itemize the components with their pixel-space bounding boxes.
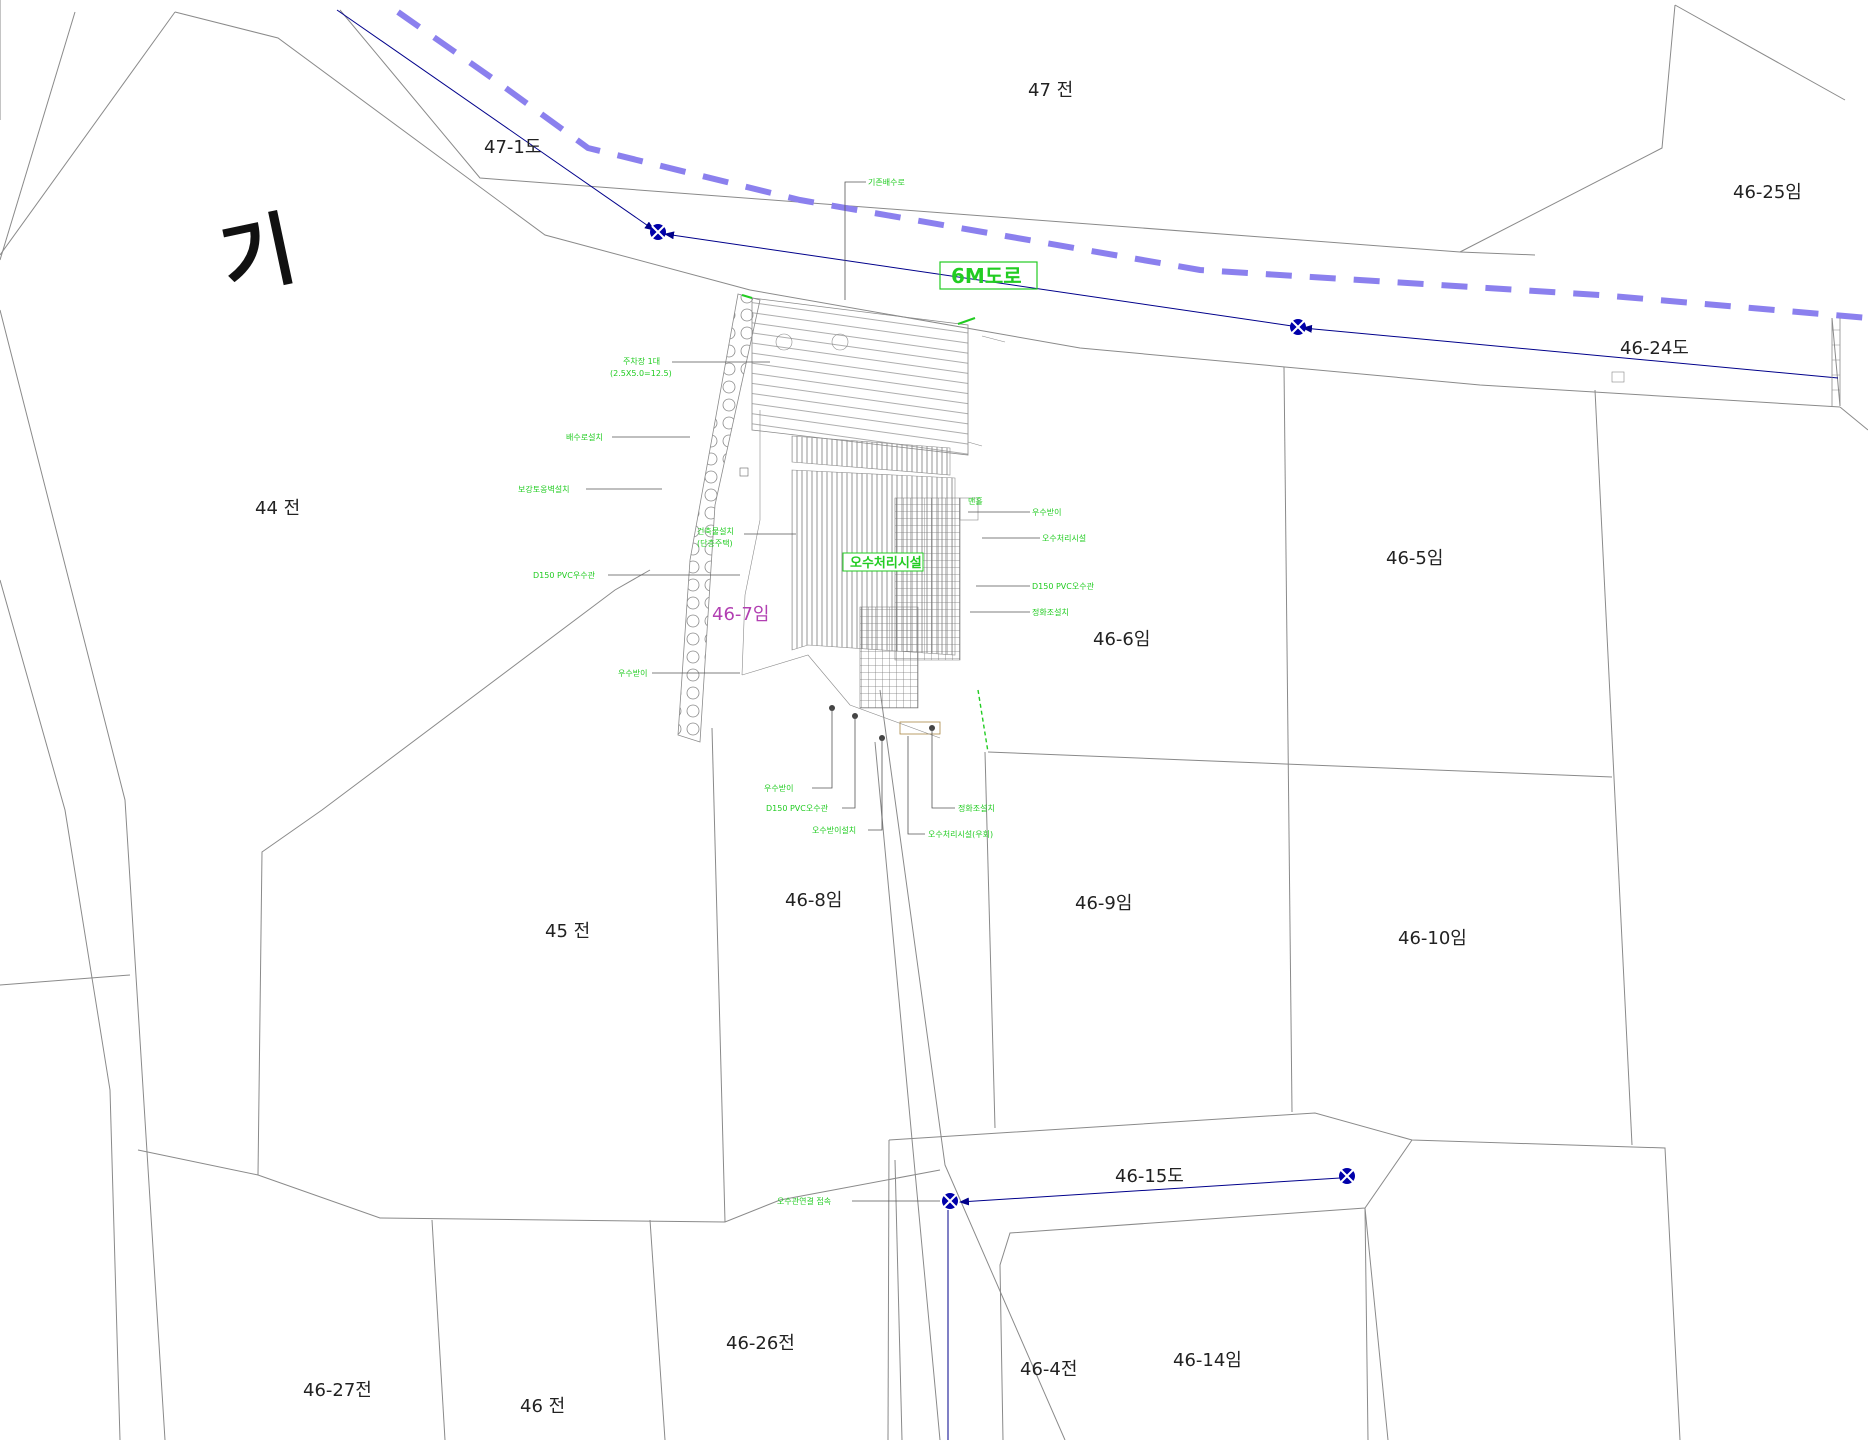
annotation-note: 정화조설치 (958, 803, 995, 813)
annotation-note: 우수받이 (618, 668, 647, 678)
annotation-note: 오수처리시설 (1042, 533, 1086, 543)
annotation-note: 보강토옹벽설치 (518, 484, 570, 494)
parcel-label: 46-27전 (303, 1380, 372, 1401)
flow-arrow-east (1302, 324, 1839, 379)
parcel-label: 45 전 (545, 921, 590, 942)
flow-arrow-north (336, 9, 655, 231)
parcel-label: 46-10임 (1398, 928, 1467, 949)
parcel-label: 46-24도 (1620, 338, 1689, 359)
road-centerline-dashed (396, 9, 1868, 321)
annotation-note: 배수로설치 (566, 432, 603, 442)
parcel-label: 46 전 (520, 1396, 565, 1417)
parcel-label: 46-8임 (785, 890, 842, 911)
annotation-note: 건축물설치 (697, 526, 734, 536)
flow-node-icon (1339, 1168, 1355, 1184)
annotation-note: (2.5X5.0=12.5) (610, 369, 672, 378)
annotation-note: D150 PVC우수관 (533, 570, 596, 580)
site-plan-drawing: 기 6M도로 오수처리시설 47 전 47-1도 46-25임 44 전 46-… (0, 0, 1868, 1440)
road-label: 6M도로 (951, 264, 1022, 288)
annotation-note: 정화조설치 (1032, 607, 1069, 617)
parcel-label: 47-1도 (484, 137, 541, 158)
annotation-note: 오수관연결 접속 (777, 1196, 831, 1206)
parcel-label: 46-26전 (726, 1333, 795, 1354)
parcel-label: 46-4전 (1020, 1359, 1077, 1380)
parcel-label: 46-14임 (1173, 1350, 1242, 1371)
annotation-note: 오수받이설치 (812, 825, 856, 835)
flow-node-icon (942, 1193, 958, 1209)
development-site (677, 293, 1625, 753)
annotation-note: 오수처리시설(우회) (928, 829, 993, 839)
facility-label: 오수처리시설 (850, 555, 922, 571)
annotation-note: D150 PVC오수관 (1032, 581, 1095, 591)
parcel-label-highlight: 46-7임 (712, 604, 769, 625)
parcel-labels: 47 전 47-1도 46-25임 44 전 46-24도 46-5임 46-7… (255, 80, 1802, 1417)
facility-label-group: 오수처리시설 (842, 552, 924, 572)
annotation-note: 주차장 1대 (623, 356, 660, 366)
annotation-note: 맨홀 (968, 496, 983, 506)
annotation-note: D150 PVC오수관 (766, 803, 829, 813)
parcel-label: 47 전 (1028, 80, 1073, 101)
road-label-group: 6M도로 (939, 261, 1038, 290)
flow-arrows (336, 9, 1839, 1440)
flow-node-icon (650, 224, 666, 240)
parcel-label: 44 전 (255, 498, 300, 519)
parcel-label: 46-6임 (1093, 629, 1150, 650)
annotation-note: 기존배수로 (868, 178, 905, 187)
north-arrow-icon: 기 (212, 202, 303, 308)
parcel-label: 46-15도 (1115, 1166, 1184, 1187)
flow-node-icon (1290, 319, 1306, 335)
parcel-label: 46-25임 (1733, 182, 1802, 203)
annotation-note: 우수받이 (764, 783, 793, 793)
annotation-note: (단층주택) (697, 538, 733, 548)
annotation-note: 우수받이 (1032, 507, 1061, 517)
parcel-label: 46-5임 (1386, 548, 1443, 569)
parcel-label: 46-9임 (1075, 893, 1132, 914)
